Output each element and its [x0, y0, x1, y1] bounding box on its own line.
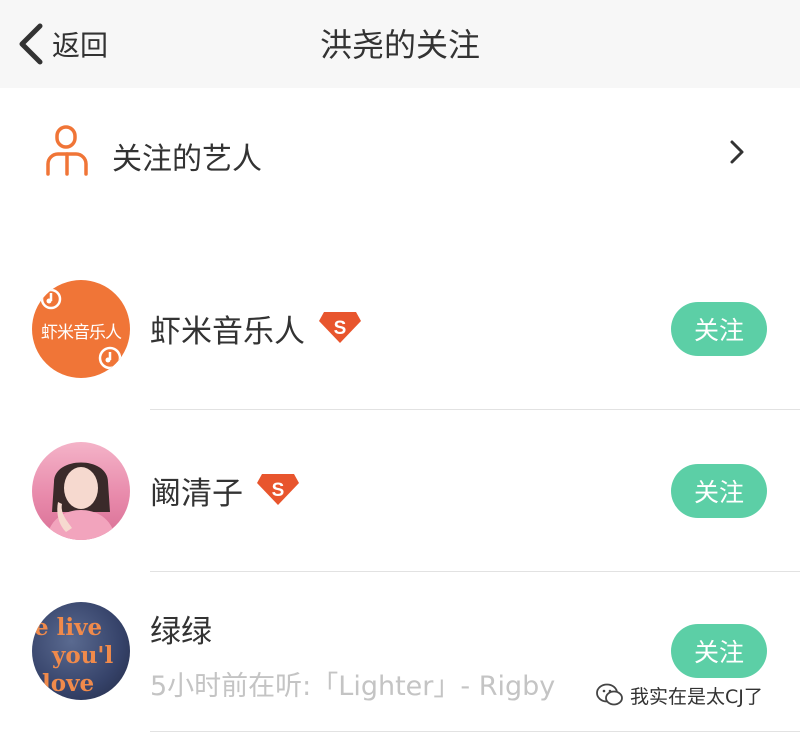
- follow-button[interactable]: 关注: [671, 302, 767, 356]
- wechat-icon: [596, 683, 623, 706]
- user-name: 阚清子: [150, 476, 243, 512]
- user-name: 绿绿: [150, 614, 212, 650]
- watermark-text: 我实在是太CJ了: [630, 685, 763, 708]
- nav-bar: 返回 洪尧的关注: [0, 0, 800, 88]
- avatar-text-line: love: [42, 670, 95, 697]
- svg-text:S: S: [334, 318, 347, 339]
- avatar-logo-text: 虾米音乐人: [41, 323, 122, 343]
- avatar[interactable]: e live you'l love: [32, 602, 130, 700]
- svg-text:S: S: [272, 480, 285, 501]
- person-photo-icon: [46, 462, 116, 540]
- watermark: 我实在是太CJ了: [596, 678, 763, 712]
- music-disc-icon: [98, 346, 122, 370]
- follow-button[interactable]: 关注: [671, 624, 767, 678]
- music-note-icon: [40, 288, 62, 310]
- listening-status: 5小时前在听:「Lighter」- Rigby: [150, 671, 556, 702]
- list-item[interactable]: 虾米音乐人 虾米音乐人 S 关注: [0, 248, 800, 410]
- vip-badge-icon: S: [257, 474, 299, 505]
- follow-button[interactable]: 关注: [671, 464, 767, 518]
- user-name: 虾米音乐人: [150, 314, 305, 350]
- followed-artists-label: 关注的艺人: [112, 142, 262, 177]
- list-item[interactable]: 阚清子 S 关注: [0, 410, 800, 572]
- page-title: 洪尧的关注: [319, 26, 480, 64]
- avatar-text-line: you'l: [52, 642, 114, 669]
- vip-badge-icon: S: [319, 312, 361, 343]
- avatar[interactable]: [32, 442, 130, 540]
- artist-person-icon: [46, 125, 88, 176]
- chevron-right-icon: [730, 140, 744, 164]
- avatar[interactable]: 虾米音乐人: [32, 280, 130, 378]
- avatar-text-line: e live: [34, 614, 103, 641]
- followed-artists-row[interactable]: 关注的艺人: [0, 100, 800, 210]
